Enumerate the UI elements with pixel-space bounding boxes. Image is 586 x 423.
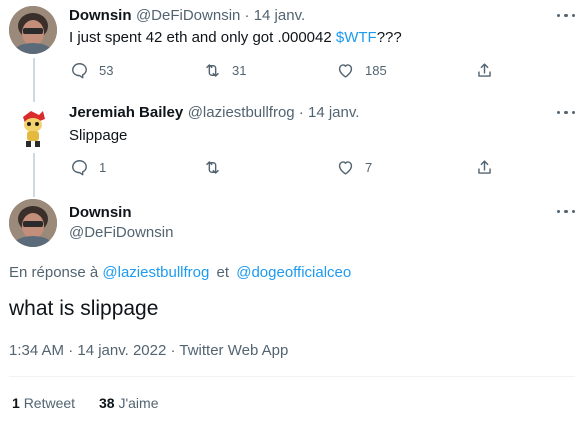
like-button[interactable]: 7 bbox=[336, 158, 372, 177]
retweet-icon bbox=[206, 64, 219, 77]
like-stat-label: J'aime bbox=[118, 395, 159, 411]
reply-count: 1 bbox=[99, 160, 107, 175]
reply-icon bbox=[72, 160, 87, 176]
reply-context: En réponse à @laziestbullfrog et @dogeof… bbox=[9, 264, 352, 281]
tweet-timestamp[interactable]: 1:34 AM · 14 janv. 2022 · Twitter Web Ap… bbox=[9, 342, 288, 359]
avatar[interactable] bbox=[9, 103, 57, 151]
author-handle-time[interactable]: @DeFiDownsin · 14 janv. bbox=[136, 7, 305, 24]
retweet-stat-count: 1 bbox=[12, 395, 20, 411]
author-handle[interactable]: @DeFiDownsin bbox=[69, 224, 173, 241]
thread-line bbox=[33, 153, 35, 197]
reply-button[interactable]: 53 bbox=[70, 61, 113, 80]
like-button[interactable]: 185 bbox=[336, 61, 387, 80]
focused-tweet-text: what is slippage bbox=[9, 297, 159, 320]
share-button[interactable] bbox=[475, 158, 494, 177]
like-stat-count: 38 bbox=[99, 395, 115, 411]
share-icon bbox=[478, 160, 491, 174]
thread-line bbox=[33, 58, 35, 102]
share-button[interactable] bbox=[475, 61, 494, 80]
like-count: 7 bbox=[365, 160, 373, 175]
retweet-icon bbox=[206, 161, 219, 174]
avatar[interactable] bbox=[9, 6, 57, 54]
cashtag-link[interactable]: $WTF bbox=[336, 29, 377, 46]
divider bbox=[9, 376, 575, 377]
avatar[interactable] bbox=[9, 199, 57, 247]
retweet-stat[interactable]: 1 Retweet bbox=[12, 395, 75, 411]
author-name[interactable]: Downsin bbox=[69, 7, 132, 24]
more-options-icon[interactable] bbox=[557, 210, 575, 216]
mention-link[interactable]: @laziestbullfrog bbox=[102, 264, 209, 281]
retweet-stat-label: Retweet bbox=[23, 395, 76, 411]
like-count: 185 bbox=[365, 63, 387, 78]
mention-link[interactable]: @dogeofficialceo bbox=[236, 264, 351, 281]
more-options-icon[interactable] bbox=[557, 111, 575, 117]
retweet-count: 31 bbox=[232, 63, 247, 78]
tweet-text: Slippage bbox=[69, 127, 128, 144]
author-name[interactable]: Jeremiah Bailey bbox=[69, 104, 183, 121]
more-options-icon[interactable] bbox=[557, 14, 575, 20]
tweet-text: I just spent 42 eth and only got .000042… bbox=[69, 29, 402, 46]
author-name[interactable]: Downsin bbox=[69, 204, 132, 221]
retweet-button[interactable]: 31 bbox=[203, 61, 246, 80]
reply-icon bbox=[72, 63, 87, 79]
author-handle-time[interactable]: @laziestbullfrog · 14 janv. bbox=[188, 104, 360, 121]
heart-icon bbox=[338, 64, 353, 78]
reply-button[interactable]: 1 bbox=[70, 158, 106, 177]
like-stat[interactable]: 38 J'aime bbox=[99, 395, 159, 411]
reply-count: 53 bbox=[99, 63, 114, 78]
heart-icon bbox=[338, 161, 353, 175]
share-icon bbox=[478, 63, 491, 77]
retweet-button[interactable] bbox=[203, 158, 232, 177]
